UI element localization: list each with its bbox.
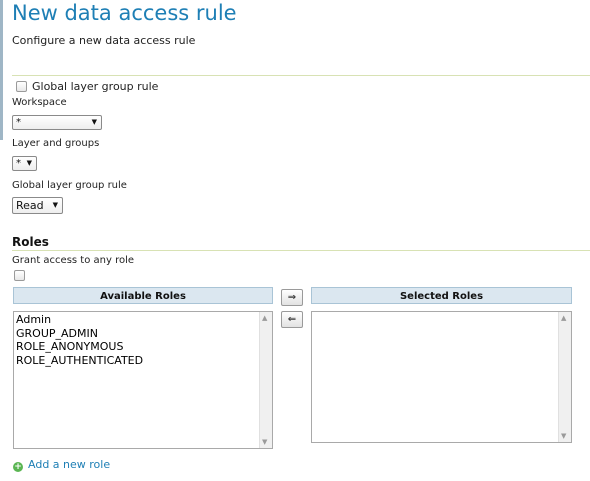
layer-label: Layer and groups [12, 138, 100, 149]
selected-roles-list[interactable]: ▲ ▼ [311, 311, 572, 443]
access-mode-label: Global layer group rule [12, 180, 127, 191]
scroll-up-icon[interactable]: ▲ [262, 314, 267, 322]
page-subtitle: Configure a new data access rule [12, 34, 196, 47]
available-roles-items: Admin GROUP_ADMIN ROLE_ANONYMOUS ROLE_AU… [16, 313, 143, 367]
available-roles-header: Available Roles [13, 287, 273, 304]
layer-select-value: * [16, 158, 21, 169]
available-roles-list[interactable]: Admin GROUP_ADMIN ROLE_ANONYMOUS ROLE_AU… [13, 311, 273, 449]
available-roles-scrollbar[interactable]: ▲ ▼ [259, 312, 272, 448]
add-icon: + [13, 462, 23, 472]
list-item[interactable]: Admin [16, 313, 143, 327]
scroll-up-icon[interactable]: ▲ [561, 314, 566, 322]
chevron-down-icon: ▼ [91, 118, 97, 126]
workspace-select[interactable]: * ▼ [12, 115, 102, 130]
selected-roles-header: Selected Roles [311, 287, 572, 304]
access-mode-select-value: Read [16, 199, 44, 212]
list-item[interactable]: GROUP_ADMIN [16, 327, 143, 341]
roles-heading: Roles [12, 235, 49, 249]
global-layer-group-checkbox-label: Global layer group rule [32, 80, 159, 93]
chevron-down-icon: ▼ [26, 159, 32, 167]
selected-roles-scrollbar[interactable]: ▲ ▼ [558, 312, 571, 442]
add-new-role-label: Add a new role [28, 458, 111, 471]
workspace-label: Workspace [12, 97, 67, 108]
list-item[interactable]: ROLE_ANONYMOUS [16, 340, 143, 354]
left-accent-bar [0, 0, 3, 140]
section-divider [12, 75, 590, 76]
remove-role-from-selected-button[interactable]: ⇐ [281, 311, 303, 328]
grant-any-role-label: Grant access to any role [12, 255, 135, 266]
add-role-to-selected-button[interactable]: ⇒ [281, 289, 303, 306]
roles-divider [12, 250, 590, 251]
global-layer-group-checkbox[interactable] [16, 81, 27, 92]
scroll-down-icon[interactable]: ▼ [262, 438, 267, 446]
access-mode-select[interactable]: Read ▼ [12, 197, 63, 214]
scroll-down-icon[interactable]: ▼ [561, 432, 566, 440]
workspace-select-value: * [16, 117, 21, 128]
grant-any-role-checkbox[interactable] [14, 270, 25, 281]
page-title: New data access rule [12, 1, 237, 25]
add-new-role-link[interactable]: + Add a new role [13, 458, 110, 472]
chevron-down-icon: ▼ [52, 201, 58, 209]
list-item[interactable]: ROLE_AUTHENTICATED [16, 354, 143, 368]
layer-select[interactable]: * ▼ [12, 156, 37, 171]
